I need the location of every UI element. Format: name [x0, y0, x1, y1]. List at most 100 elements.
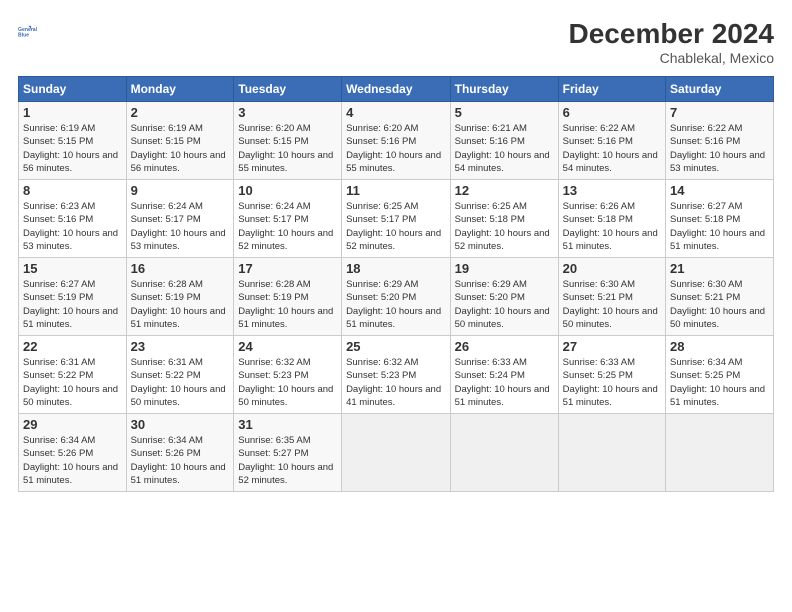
day-info: Sunrise: 6:35 AMSunset: 5:27 PMDaylight:…: [238, 434, 337, 487]
day-info: Sunrise: 6:20 AMSunset: 5:15 PMDaylight:…: [238, 122, 337, 175]
logo: General Blue: [18, 18, 46, 46]
calendar-cell: 16 Sunrise: 6:28 AMSunset: 5:19 PMDayligh…: [126, 258, 234, 336]
day-info: Sunrise: 6:30 AMSunset: 5:21 PMDaylight:…: [670, 278, 769, 331]
day-number: 23: [131, 339, 230, 354]
calendar-cell: 17 Sunrise: 6:28 AMSunset: 5:19 PMDayligh…: [234, 258, 342, 336]
day-info: Sunrise: 6:32 AMSunset: 5:23 PMDaylight:…: [346, 356, 446, 409]
day-info: Sunrise: 6:19 AMSunset: 5:15 PMDaylight:…: [23, 122, 122, 175]
calendar-week-3: 15 Sunrise: 6:27 AMSunset: 5:19 PMDayligh…: [19, 258, 774, 336]
calendar-cell: 6 Sunrise: 6:22 AMSunset: 5:16 PMDaylight…: [558, 102, 665, 180]
day-info: Sunrise: 6:27 AMSunset: 5:19 PMDaylight:…: [23, 278, 122, 331]
day-info: Sunrise: 6:21 AMSunset: 5:16 PMDaylight:…: [455, 122, 554, 175]
day-number: 9: [131, 183, 230, 198]
day-number: 24: [238, 339, 337, 354]
day-info: Sunrise: 6:22 AMSunset: 5:16 PMDaylight:…: [563, 122, 661, 175]
day-number: 13: [563, 183, 661, 198]
title-block: December 2024 Chablekal, Mexico: [569, 18, 774, 66]
calendar-cell: 5Sunrise: 6:21 AMSunset: 5:16 PMDaylight…: [450, 102, 558, 180]
day-number: 2: [131, 105, 230, 120]
day-number: 17: [238, 261, 337, 276]
day-number: 28: [670, 339, 769, 354]
calendar-cell: 15 Sunrise: 6:27 AMSunset: 5:19 PMDayligh…: [19, 258, 127, 336]
calendar-cell: 31 Sunrise: 6:35 AMSunset: 5:27 PMDayligh…: [234, 414, 342, 492]
header-row: Sunday Monday Tuesday Wednesday Thursday…: [19, 77, 774, 102]
calendar-table: Sunday Monday Tuesday Wednesday Thursday…: [18, 76, 774, 492]
day-info: Sunrise: 6:27 AMSunset: 5:18 PMDaylight:…: [670, 200, 769, 253]
day-number: 8: [23, 183, 122, 198]
calendar-cell: 26 Sunrise: 6:33 AMSunset: 5:24 PMDayligh…: [450, 336, 558, 414]
calendar-week-5: 29Sunrise: 6:34 AMSunset: 5:26 PMDayligh…: [19, 414, 774, 492]
day-info: Sunrise: 6:24 AMSunset: 5:17 PMDaylight:…: [131, 200, 230, 253]
calendar-cell: 22Sunrise: 6:31 AMSunset: 5:22 PMDayligh…: [19, 336, 127, 414]
calendar-cell: [666, 414, 774, 492]
logo-icon: General Blue: [18, 18, 46, 46]
day-info: Sunrise: 6:29 AMSunset: 5:20 PMDaylight:…: [346, 278, 446, 331]
day-info: Sunrise: 6:28 AMSunset: 5:19 PMDaylight:…: [238, 278, 337, 331]
header: General Blue December 2024 Chablekal, Me…: [18, 18, 774, 66]
day-info: Sunrise: 6:34 AMSunset: 5:25 PMDaylight:…: [670, 356, 769, 409]
day-number: 22: [23, 339, 122, 354]
calendar-cell: [342, 414, 451, 492]
day-number: 21: [670, 261, 769, 276]
calendar-cell: 4Sunrise: 6:20 AMSunset: 5:16 PMDaylight…: [342, 102, 451, 180]
col-monday: Monday: [126, 77, 234, 102]
day-info: Sunrise: 6:33 AMSunset: 5:24 PMDaylight:…: [455, 356, 554, 409]
calendar-cell: [558, 414, 665, 492]
day-number: 11: [346, 183, 446, 198]
calendar-cell: 9 Sunrise: 6:24 AMSunset: 5:17 PMDaylight…: [126, 180, 234, 258]
day-info: Sunrise: 6:31 AMSunset: 5:22 PMDaylight:…: [131, 356, 230, 409]
calendar-week-2: 8 Sunrise: 6:23 AMSunset: 5:16 PMDaylight…: [19, 180, 774, 258]
day-number: 12: [455, 183, 554, 198]
day-info: Sunrise: 6:28 AMSunset: 5:19 PMDaylight:…: [131, 278, 230, 331]
calendar-cell: 23 Sunrise: 6:31 AMSunset: 5:22 PMDayligh…: [126, 336, 234, 414]
day-number: 19: [455, 261, 554, 276]
day-info: Sunrise: 6:19 AMSunset: 5:15 PMDaylight:…: [131, 122, 230, 175]
col-saturday: Saturday: [666, 77, 774, 102]
col-wednesday: Wednesday: [342, 77, 451, 102]
day-info: Sunrise: 6:25 AMSunset: 5:17 PMDaylight:…: [346, 200, 446, 253]
col-tuesday: Tuesday: [234, 77, 342, 102]
calendar-week-1: 1 Sunrise: 6:19 AMSunset: 5:15 PMDaylight…: [19, 102, 774, 180]
day-info: Sunrise: 6:34 AMSunset: 5:26 PMDaylight:…: [131, 434, 230, 487]
day-number: 26: [455, 339, 554, 354]
day-number: 31: [238, 417, 337, 432]
day-number: 30: [131, 417, 230, 432]
day-number: 7: [670, 105, 769, 120]
svg-text:General: General: [18, 27, 38, 33]
day-info: Sunrise: 6:32 AMSunset: 5:23 PMDaylight:…: [238, 356, 337, 409]
col-sunday: Sunday: [19, 77, 127, 102]
svg-text:Blue: Blue: [18, 33, 29, 39]
day-number: 3: [238, 105, 337, 120]
day-number: 25: [346, 339, 446, 354]
calendar-cell: [450, 414, 558, 492]
calendar-cell: 27Sunrise: 6:33 AMSunset: 5:25 PMDayligh…: [558, 336, 665, 414]
day-number: 15: [23, 261, 122, 276]
day-info: Sunrise: 6:22 AMSunset: 5:16 PMDaylight:…: [670, 122, 769, 175]
day-number: 16: [131, 261, 230, 276]
day-number: 6: [563, 105, 661, 120]
calendar-cell: 10Sunrise: 6:24 AMSunset: 5:17 PMDayligh…: [234, 180, 342, 258]
main-title: December 2024: [569, 18, 774, 50]
calendar-cell: 30 Sunrise: 6:34 AMSunset: 5:26 PMDayligh…: [126, 414, 234, 492]
calendar-body: 1 Sunrise: 6:19 AMSunset: 5:15 PMDaylight…: [19, 102, 774, 492]
calendar-cell: 28 Sunrise: 6:34 AMSunset: 5:25 PMDayligh…: [666, 336, 774, 414]
day-info: Sunrise: 6:33 AMSunset: 5:25 PMDaylight:…: [563, 356, 661, 409]
day-info: Sunrise: 6:23 AMSunset: 5:16 PMDaylight:…: [23, 200, 122, 253]
calendar-cell: 7 Sunrise: 6:22 AMSunset: 5:16 PMDaylight…: [666, 102, 774, 180]
calendar-cell: 24 Sunrise: 6:32 AMSunset: 5:23 PMDayligh…: [234, 336, 342, 414]
calendar-week-4: 22 Sunrise: 6:31 AMSunset: 5:22 PMDayligh…: [19, 336, 774, 414]
calendar-cell: 1 Sunrise: 6:19 AMSunset: 5:15 PMDaylight…: [19, 102, 127, 180]
day-info: Sunrise: 6:26 AMSunset: 5:18 PMDaylight:…: [563, 200, 661, 253]
day-number: 10: [238, 183, 337, 198]
calendar-cell: 20Sunrise: 6:30 AMSunset: 5:21 PMDayligh…: [558, 258, 665, 336]
calendar-cell: 25 Sunrise: 6:32 AMSunset: 5:23 PMDayligh…: [342, 336, 451, 414]
calendar-cell: 11 Sunrise: 6:25 AMSunset: 5:17 PMDayligh…: [342, 180, 451, 258]
calendar-cell: 8 Sunrise: 6:23 AMSunset: 5:16 PMDaylight…: [19, 180, 127, 258]
day-number: 1: [23, 105, 122, 120]
day-info: Sunrise: 6:25 AMSunset: 5:18 PMDaylight:…: [455, 200, 554, 253]
day-info: Sunrise: 6:30 AMSunset: 5:21 PMDaylight:…: [563, 278, 661, 331]
calendar-cell: 2 Sunrise: 6:19 AMSunset: 5:15 PMDaylight…: [126, 102, 234, 180]
calendar-cell: 3 Sunrise: 6:20 AMSunset: 5:15 PMDaylight…: [234, 102, 342, 180]
calendar-cell: 14Sunrise: 6:27 AMSunset: 5:18 PMDayligh…: [666, 180, 774, 258]
day-number: 4: [346, 105, 446, 120]
